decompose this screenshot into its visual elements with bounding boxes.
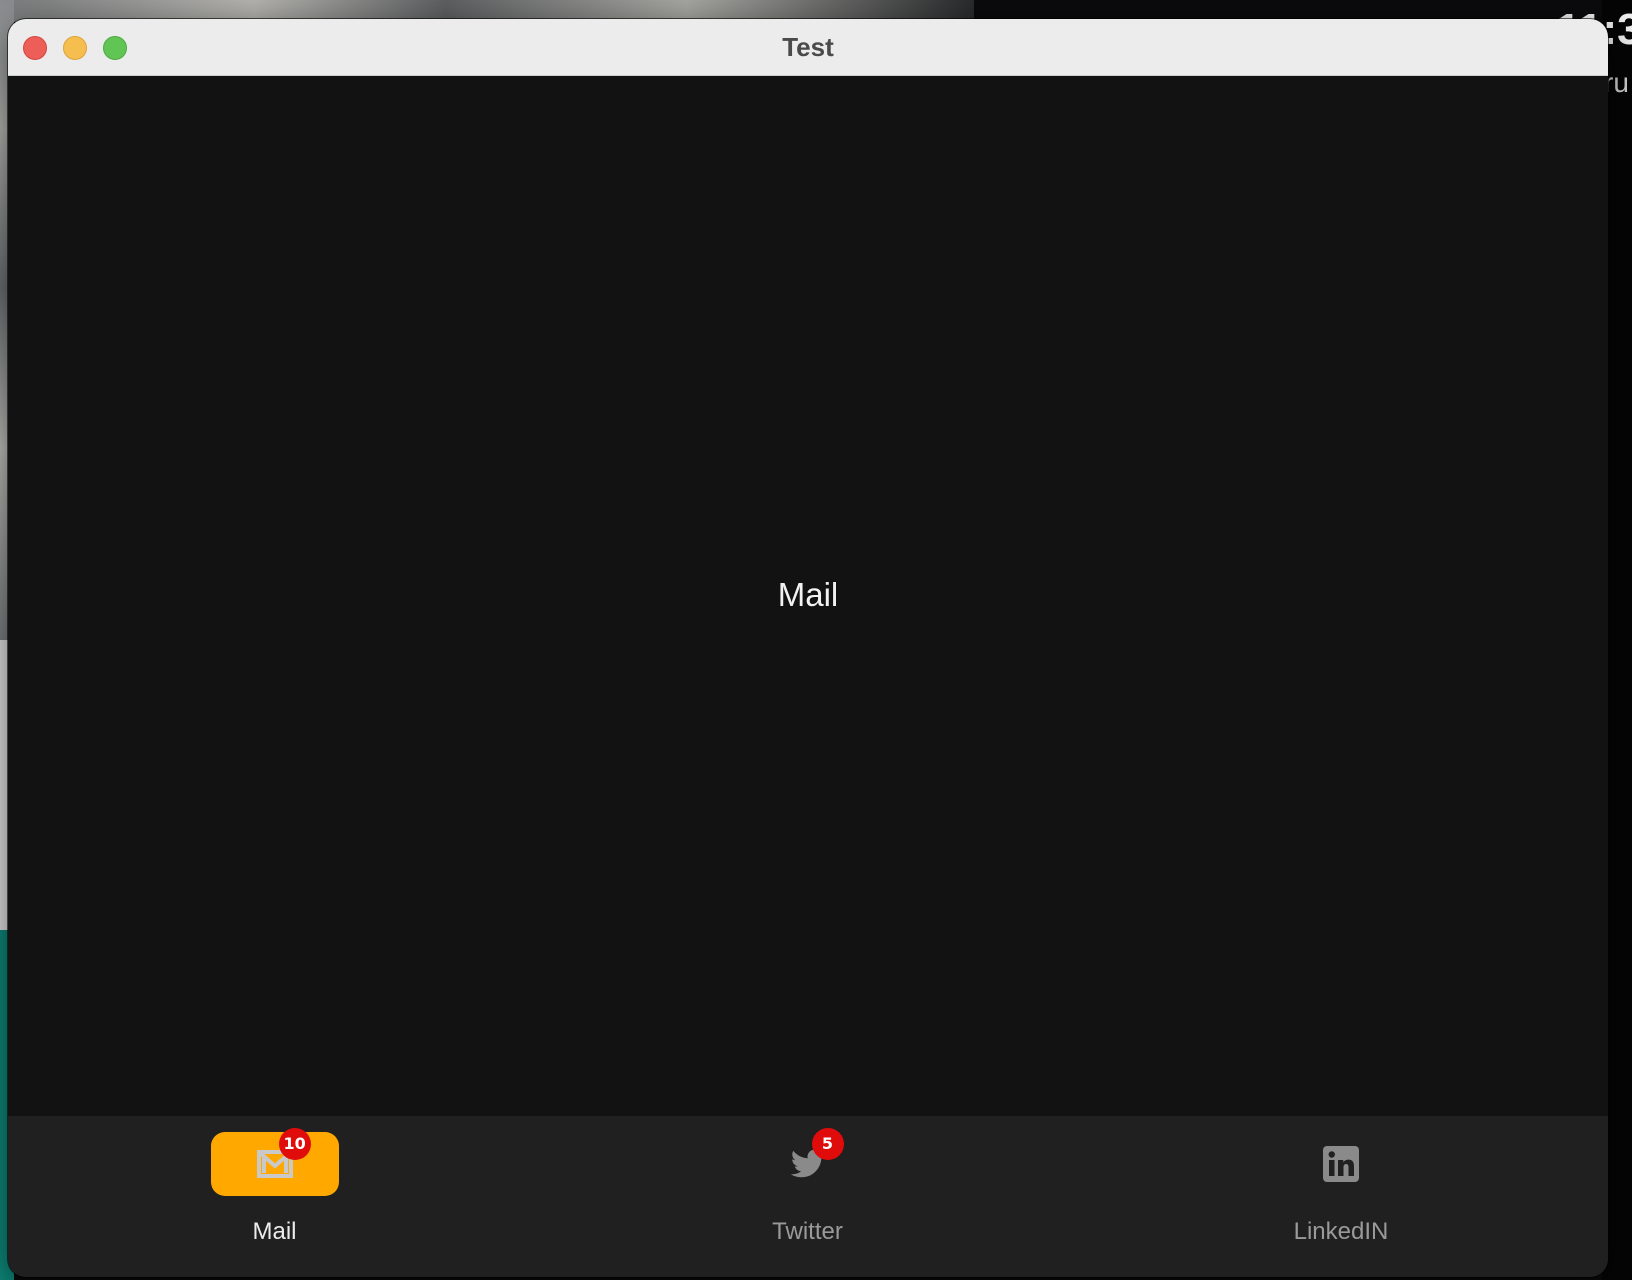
- bottom-navigation-bar: 10 Mail 5 Twitter LinkedIN: [8, 1116, 1608, 1277]
- desktop-date: ru: [1604, 67, 1629, 98]
- main-content: Mail: [8, 76, 1608, 1135]
- tab-linkedin-label: LinkedIN: [1293, 1218, 1389, 1245]
- tab-twitter-label: Twitter: [772, 1218, 843, 1245]
- tab-twitter-indicator: 5: [744, 1128, 872, 1196]
- tab-mail[interactable]: 10 Mail: [8, 1116, 541, 1277]
- page-title: Mail: [777, 576, 839, 613]
- tab-twitter-badge: 5: [811, 1128, 844, 1160]
- tab-linkedin[interactable]: LinkedIN: [1074, 1116, 1608, 1277]
- title-bar[interactable]: Test: [8, 19, 1608, 76]
- tab-mail-label: Mail: [252, 1218, 297, 1245]
- tab-mail-badge: 10: [278, 1128, 311, 1160]
- tab-mail-indicator: 10: [210, 1128, 339, 1196]
- tab-linkedin-indicator: [1277, 1132, 1405, 1196]
- window-title: Test: [782, 32, 834, 62]
- linkedin-icon: [1323, 1146, 1359, 1182]
- tab-twitter[interactable]: 5 Twitter: [541, 1116, 1074, 1277]
- app-window: Test Mail 10 Mail 5 Twitter LinkedIN: [8, 19, 1608, 1277]
